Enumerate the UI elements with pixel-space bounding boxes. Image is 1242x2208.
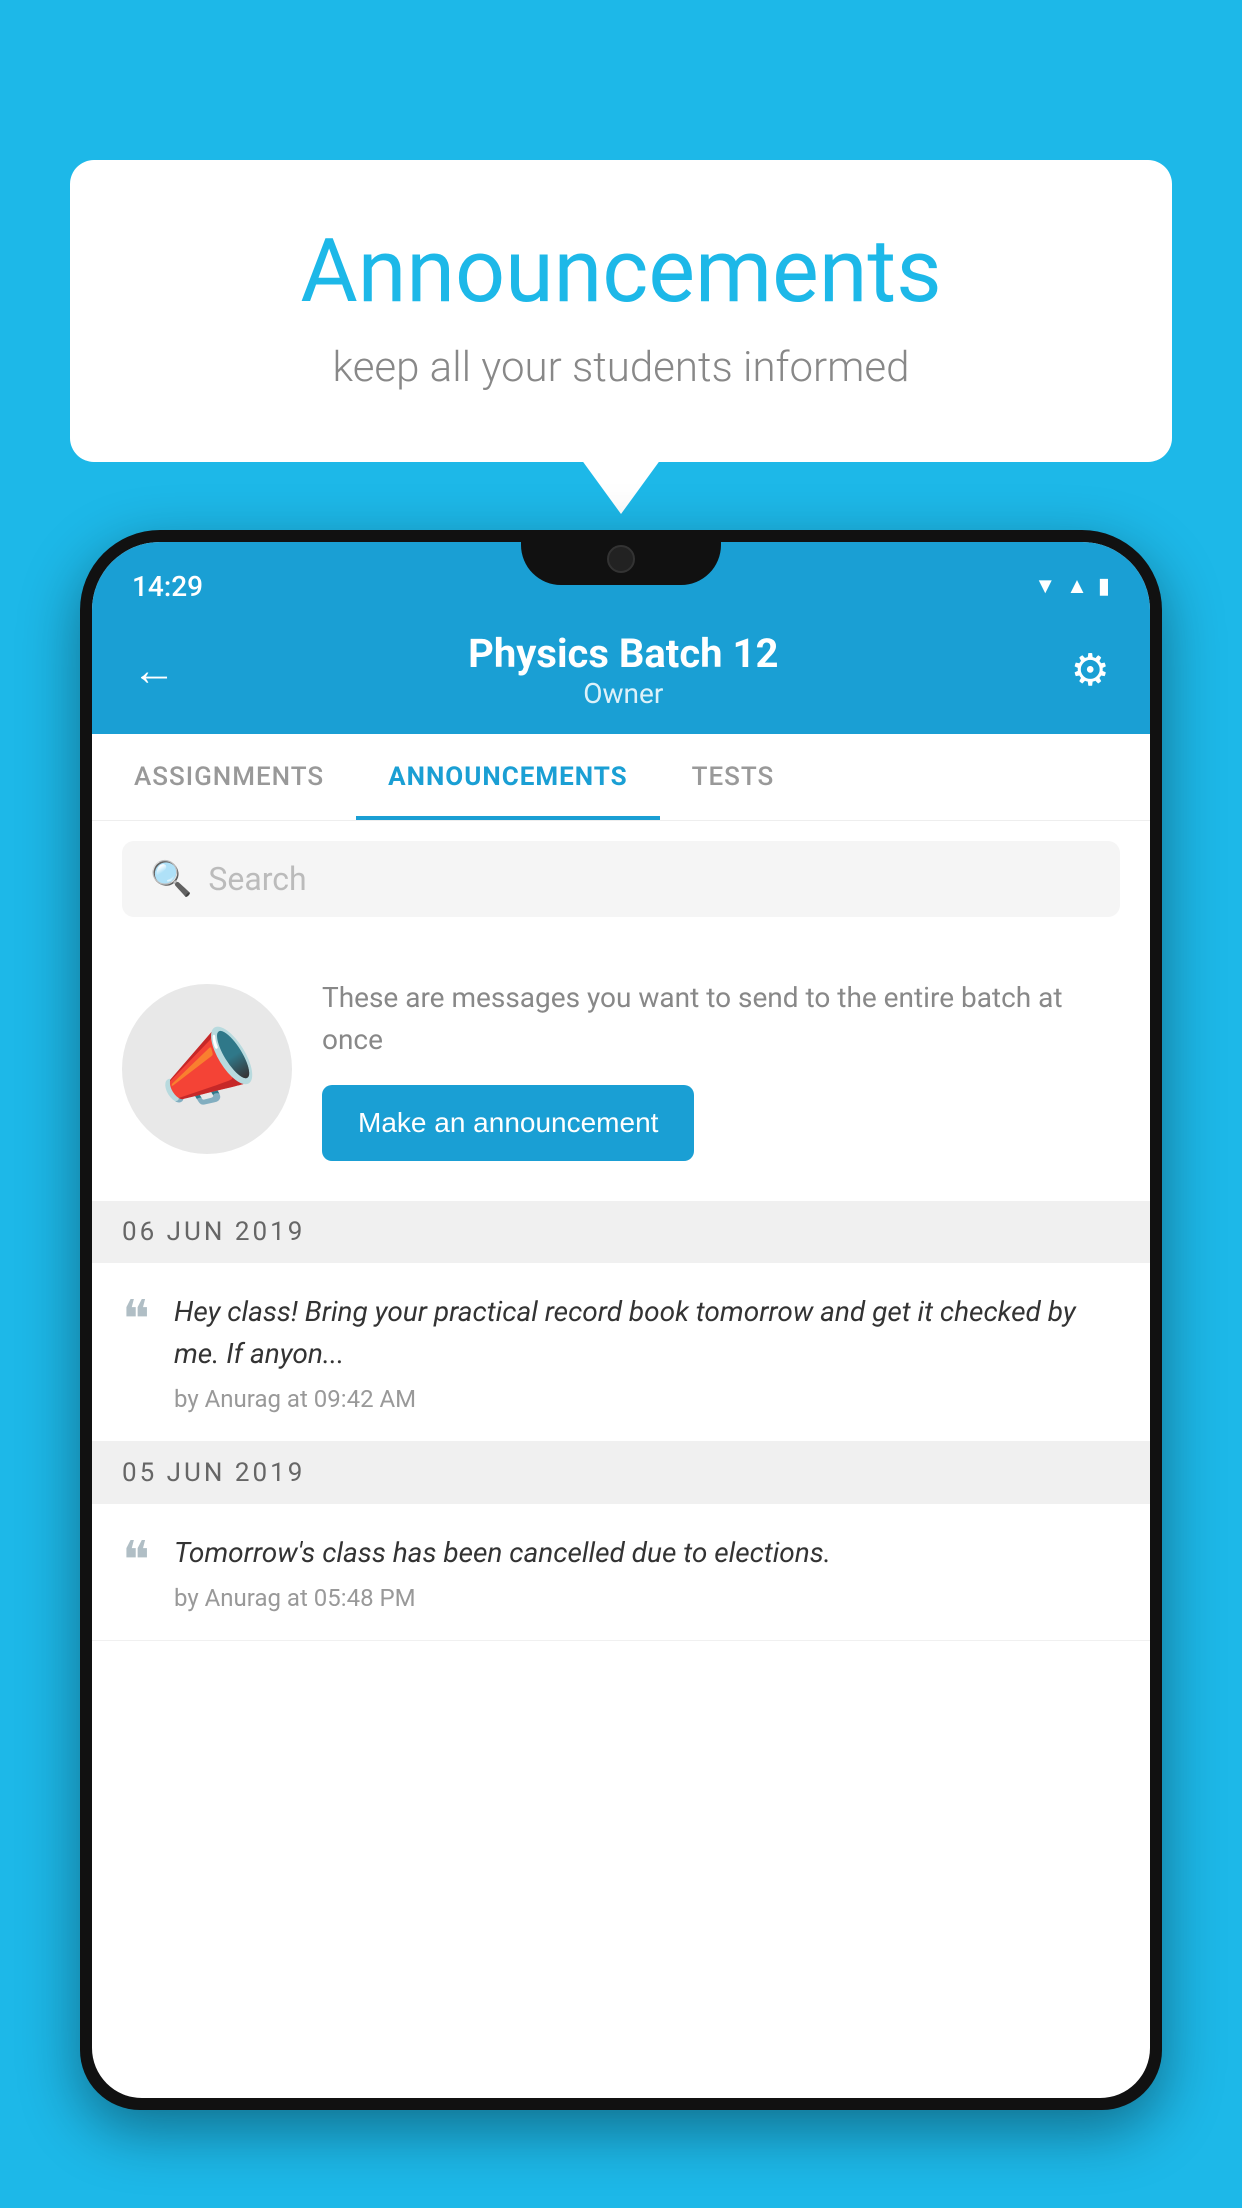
date-separator-2: 05 JUN 2019 bbox=[92, 1442, 1150, 1504]
settings-icon[interactable]: ⚙ bbox=[1071, 644, 1110, 696]
status-icons: ▼ ▲ ▮ bbox=[1034, 573, 1110, 599]
signal-icon: ▲ bbox=[1066, 573, 1088, 599]
phone-mockup: 14:29 ▼ ▲ ▮ ← Physics Batch 12 Owner ⚙ A… bbox=[80, 530, 1162, 2208]
hero-section: Announcements keep all your students inf… bbox=[70, 160, 1172, 462]
batch-role: Owner bbox=[468, 677, 778, 710]
back-button[interactable]: ← bbox=[132, 644, 176, 696]
announcement-text-1: Hey class! Bring your practical record b… bbox=[174, 1291, 1120, 1375]
phone-notch bbox=[521, 530, 721, 585]
quote-icon-1: ❝ bbox=[122, 1295, 150, 1347]
promo-content: These are messages you want to send to t… bbox=[322, 977, 1120, 1161]
search-container: 🔍 Search bbox=[92, 821, 1150, 937]
promo-description: These are messages you want to send to t… bbox=[322, 977, 1120, 1061]
search-bar[interactable]: 🔍 Search bbox=[122, 841, 1120, 917]
phone-frame: 14:29 ▼ ▲ ▮ ← Physics Batch 12 Owner ⚙ A… bbox=[80, 530, 1162, 2110]
make-announcement-button[interactable]: Make an announcement bbox=[322, 1085, 694, 1161]
phone-screen: 14:29 ▼ ▲ ▮ ← Physics Batch 12 Owner ⚙ A… bbox=[92, 542, 1150, 2098]
announcement-item-2: ❝ Tomorrow's class has been cancelled du… bbox=[92, 1504, 1150, 1641]
quote-icon-2: ❝ bbox=[122, 1536, 150, 1588]
bubble-subtitle: keep all your students informed bbox=[150, 343, 1092, 392]
battery-icon: ▮ bbox=[1098, 574, 1110, 599]
announcement-text-block-2: Tomorrow's class has been cancelled due … bbox=[174, 1532, 1120, 1612]
date-separator-1: 06 JUN 2019 bbox=[92, 1201, 1150, 1263]
search-input[interactable]: Search bbox=[208, 860, 306, 898]
announcement-meta-1: by Anurag at 09:42 AM bbox=[174, 1385, 1120, 1413]
bubble-title: Announcements bbox=[150, 220, 1092, 323]
front-camera bbox=[607, 545, 635, 573]
app-header: ← Physics Batch 12 Owner ⚙ bbox=[92, 610, 1150, 734]
announcement-meta-2: by Anurag at 05:48 PM bbox=[174, 1584, 1120, 1612]
promo-section: 📣 These are messages you want to send to… bbox=[92, 937, 1150, 1201]
announcement-item-1: ❝ Hey class! Bring your practical record… bbox=[92, 1263, 1150, 1442]
tab-assignments[interactable]: ASSIGNMENTS bbox=[102, 734, 356, 820]
header-center: Physics Batch 12 Owner bbox=[468, 630, 778, 710]
tab-tests[interactable]: TESTS bbox=[660, 734, 807, 820]
wifi-icon: ▼ bbox=[1034, 573, 1056, 599]
search-icon: 🔍 bbox=[150, 859, 192, 899]
batch-title: Physics Batch 12 bbox=[468, 630, 778, 677]
speech-bubble: Announcements keep all your students inf… bbox=[70, 160, 1172, 462]
tabs-bar: ASSIGNMENTS ANNOUNCEMENTS TESTS bbox=[92, 734, 1150, 821]
megaphone-icon: 📣 bbox=[150, 1014, 264, 1124]
announcement-text-block-1: Hey class! Bring your practical record b… bbox=[174, 1291, 1120, 1413]
status-time: 14:29 bbox=[132, 570, 203, 603]
tab-announcements[interactable]: ANNOUNCEMENTS bbox=[356, 734, 659, 820]
promo-icon-circle: 📣 bbox=[122, 984, 292, 1154]
announcement-text-2: Tomorrow's class has been cancelled due … bbox=[174, 1532, 1120, 1574]
